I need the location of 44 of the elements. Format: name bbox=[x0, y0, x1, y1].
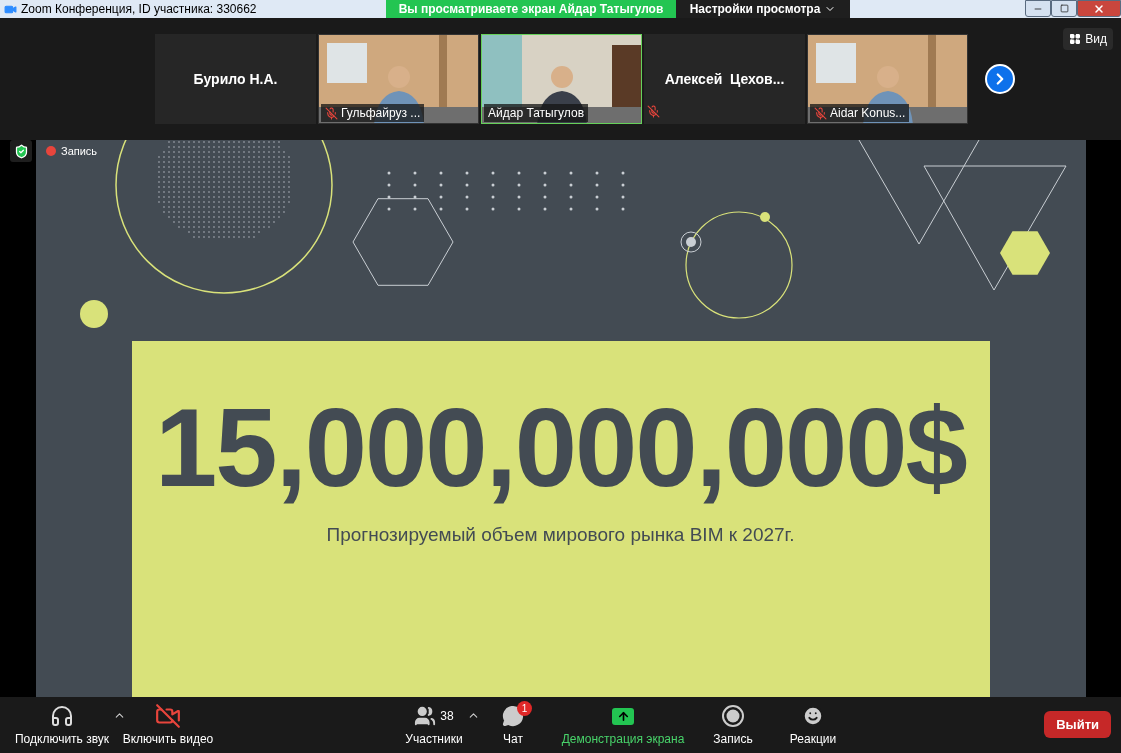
participant-video[interactable]: Aidar Konus... bbox=[807, 34, 968, 124]
participants-button[interactable]: 38 Участники bbox=[400, 699, 468, 751]
maximize-icon bbox=[1059, 4, 1069, 13]
muted-mic-icon bbox=[647, 105, 660, 118]
chat-button[interactable]: 1 Чат bbox=[478, 699, 548, 751]
slide-caption: Прогнозируемый объем мирового рынка BIM к 2027г. bbox=[326, 524, 795, 546]
amount-heading: 15,000,000,000$ bbox=[155, 384, 966, 512]
chat-icon bbox=[502, 705, 524, 727]
minimize-button[interactable] bbox=[1025, 0, 1051, 17]
share-button[interactable]: Демонстрация экрана bbox=[558, 699, 688, 751]
name-tag: Aidar Konus... bbox=[810, 104, 910, 122]
participant-count: 38 bbox=[440, 709, 454, 723]
grid-icon bbox=[1069, 33, 1082, 45]
leave-button[interactable]: Выйти bbox=[1044, 711, 1111, 738]
reactions-button[interactable]: Реакции bbox=[778, 699, 848, 751]
name-tag: Айдар Татыгулов bbox=[484, 104, 588, 122]
recording-indicator: Запись bbox=[46, 145, 98, 157]
shield-check-icon bbox=[13, 143, 29, 159]
security-shield-icon[interactable] bbox=[10, 140, 32, 162]
record-icon bbox=[722, 705, 744, 727]
share-banner: Вы просматриваете экран Айдар Татыгулов bbox=[386, 0, 676, 18]
maximize-button[interactable] bbox=[1051, 0, 1077, 17]
participant-video[interactable]: Гульфайруз ... bbox=[318, 34, 479, 124]
video-off-icon bbox=[155, 703, 181, 729]
unread-badge: 1 bbox=[517, 701, 532, 716]
next-page-button[interactable] bbox=[985, 64, 1015, 94]
muted-mic-icon bbox=[814, 106, 827, 120]
name-tag: Гульфайруз ... bbox=[321, 104, 425, 122]
record-button[interactable]: Запись bbox=[698, 699, 768, 751]
participant-video[interactable]: Айдар Татыгулов bbox=[481, 34, 642, 124]
window-title: Zoom Конференция, ID участника: 330662 bbox=[21, 2, 257, 16]
participant-tile[interactable]: Бурило Н.А. bbox=[155, 34, 316, 124]
muted-mic-icon bbox=[325, 106, 338, 120]
reaction-icon bbox=[802, 705, 824, 727]
participant-tile[interactable]: Алексей Цехов... bbox=[644, 34, 805, 124]
participants-icon bbox=[414, 705, 437, 727]
share-screen-icon bbox=[612, 707, 634, 725]
view-button[interactable]: Вид bbox=[1063, 28, 1113, 50]
video-button[interactable]: Включить видео bbox=[116, 699, 220, 751]
headphones-icon bbox=[50, 704, 74, 728]
close-button[interactable] bbox=[1077, 0, 1121, 17]
close-icon bbox=[1093, 2, 1105, 15]
view-settings-button[interactable]: Настройки просмотра bbox=[676, 0, 850, 18]
audio-button[interactable]: Подключить звук bbox=[10, 699, 114, 751]
